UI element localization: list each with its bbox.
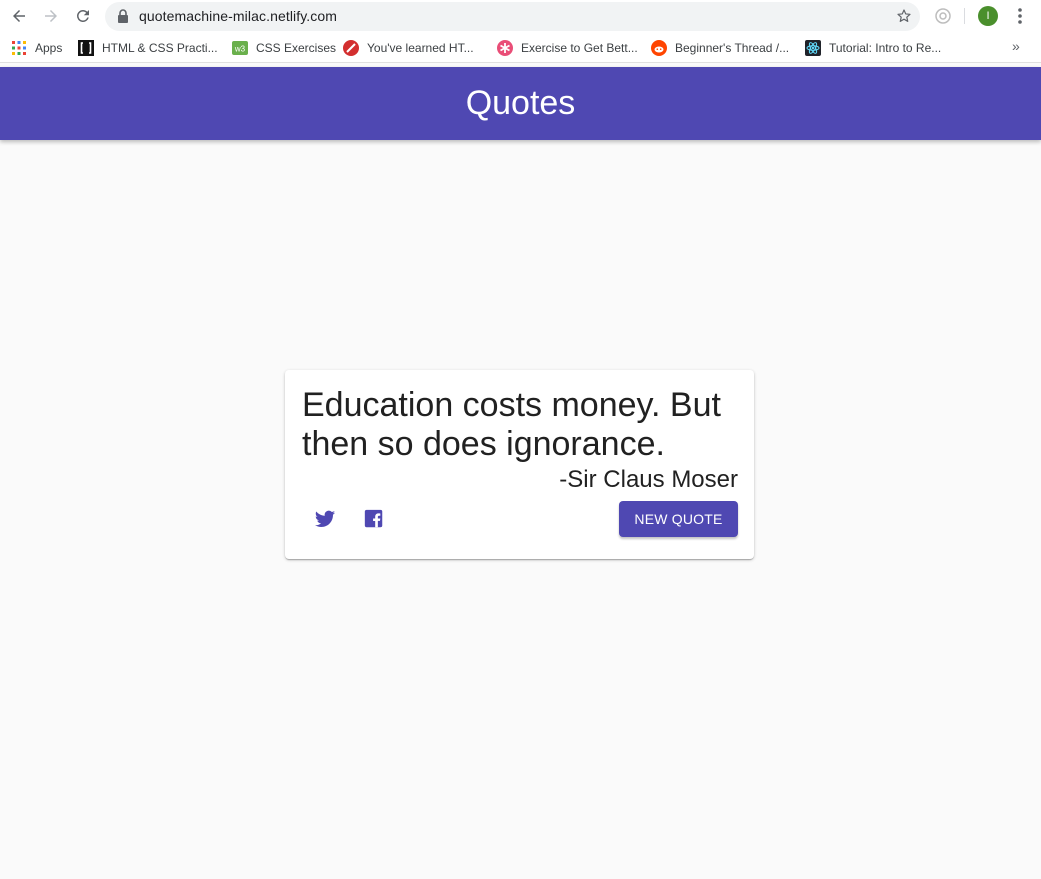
reddit-icon [651,40,667,56]
more-bookmarks-chevron-icon[interactable]: » [1012,38,1020,54]
bookmark-label: Tutorial: Intro to Re... [829,41,942,55]
bookmark-beginners-thread[interactable]: Beginner's Thread /... [651,39,789,57]
react-icon [805,40,821,56]
bookmark-apps[interactable]: Apps [11,39,62,57]
quote-text: Education costs money. But then so does … [302,386,721,463]
bookmark-label: CSS Exercises [256,41,337,55]
facebook-icon[interactable] [363,508,385,530]
toolbar-divider [964,8,965,24]
w3-icon: w3 [232,40,248,56]
bookmark-label: HTML & CSS Practi... [102,41,218,55]
lock-icon [118,9,128,23]
twitter-icon[interactable] [314,508,336,530]
quote-author: -Sir Claus Moser [559,466,738,493]
reload-icon[interactable] [71,4,95,28]
svg-text:w3: w3 [234,45,246,54]
bookmark-label: Apps [35,41,63,55]
extension-icon[interactable] [934,7,952,25]
bookmarks-bar: Apps HTML & CSS Practi... w3 CSS Exercis… [0,33,1041,63]
bookmark-html-css-practice[interactable]: HTML & CSS Practi... [78,39,218,57]
pink-asterisk-icon [497,40,513,56]
new-quote-button[interactable]: NEW QUOTE [619,501,738,537]
quote-card: Education costs money. But then so does … [285,370,754,559]
forward-arrow-icon[interactable] [39,4,63,28]
apps-grid-icon [11,40,27,56]
address-bar[interactable]: quotemachine-milac.netlify.com [105,2,920,31]
bookmark-label: You've learned HT... [367,41,474,55]
page-title: Quotes [465,84,576,122]
bookmark-star-icon[interactable] [896,8,912,24]
bookmark-css-exercises[interactable]: w3 CSS Exercises [232,39,336,57]
brackets-icon [78,40,94,56]
bookmark-label: Beginner's Thread /... [675,41,790,55]
profile-avatar[interactable]: I [978,6,998,26]
back-arrow-icon[interactable] [7,4,31,28]
browser-toolbar: quotemachine-milac.netlify.com I [0,0,1041,33]
url-text: quotemachine-milac.netlify.com [139,8,338,24]
bookmark-youve-learned[interactable]: You've learned HT... [343,39,474,57]
red-circle-icon [343,40,359,56]
browser-menu-icon[interactable] [1012,7,1028,25]
bookmark-exercise-to-get-better[interactable]: Exercise to Get Bett... [497,39,638,57]
bookmark-tutorial-intro-react[interactable]: Tutorial: Intro to Re... [805,39,941,57]
bookmark-label: Exercise to Get Bett... [521,41,638,55]
app-header: Quotes [0,67,1041,140]
